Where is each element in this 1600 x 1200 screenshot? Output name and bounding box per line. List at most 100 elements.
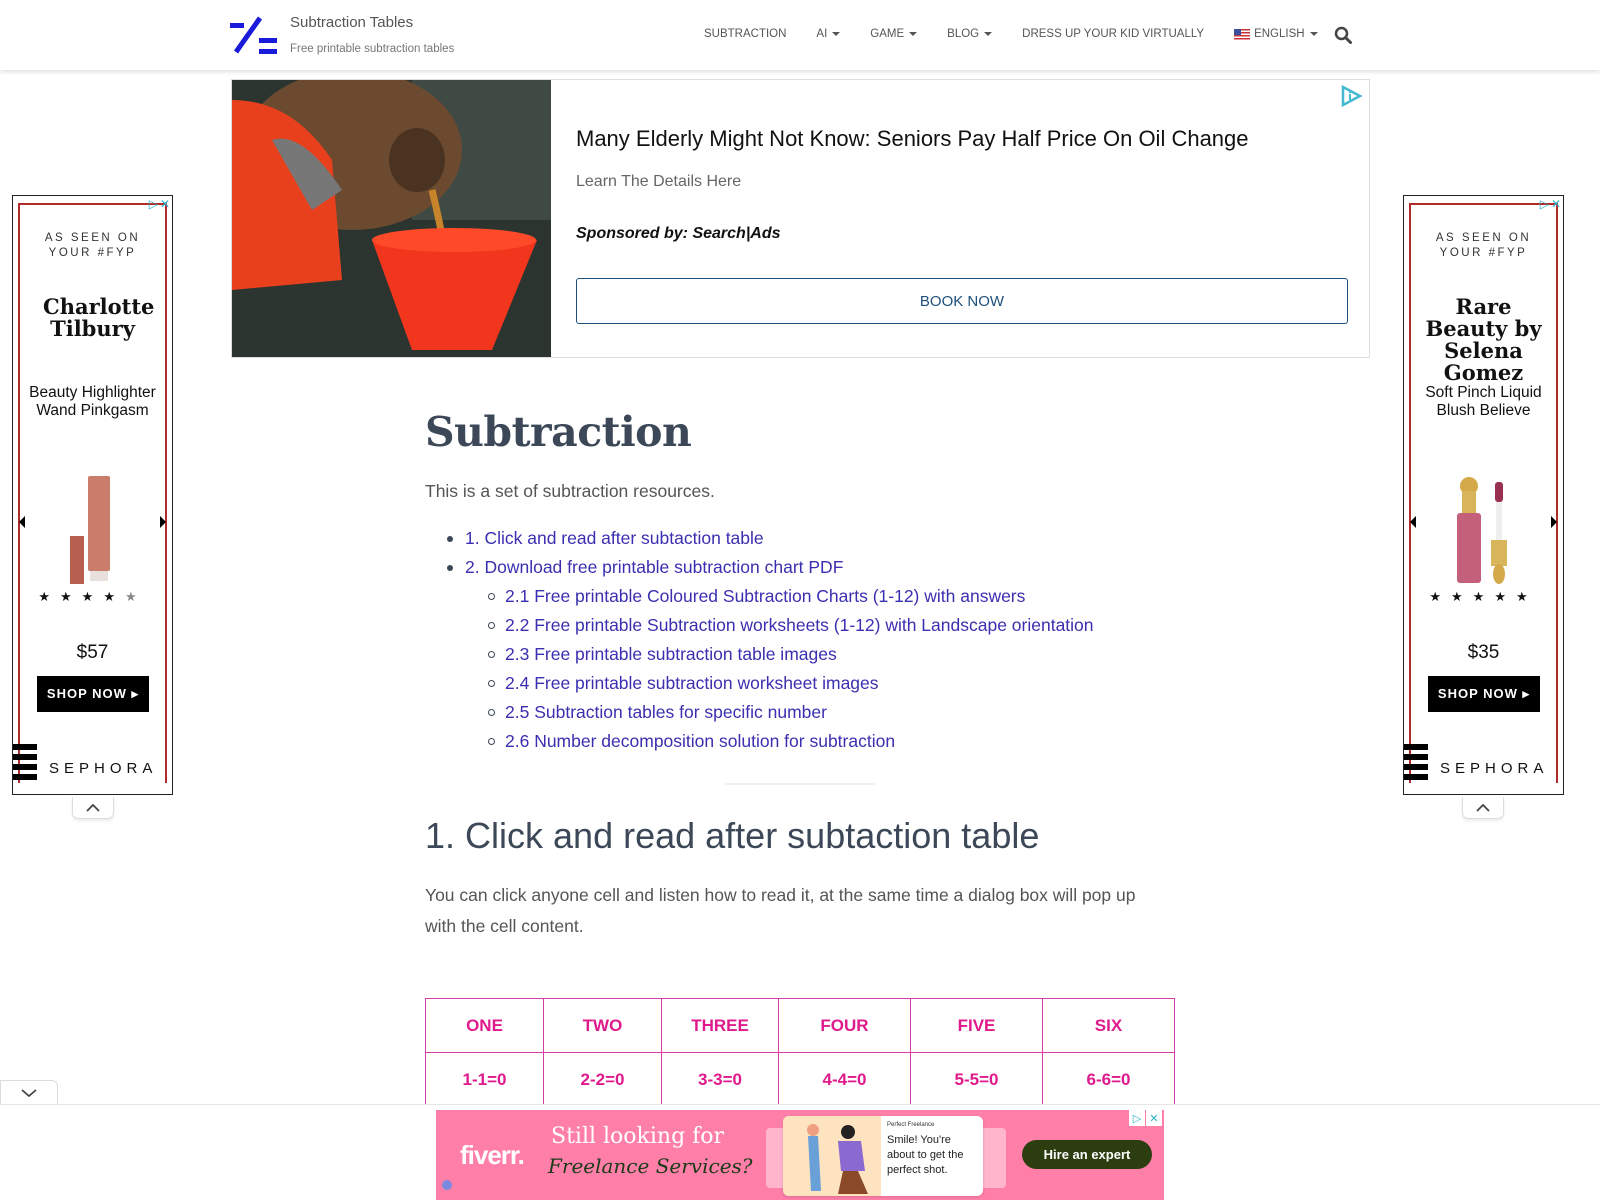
page-title: Subtraction bbox=[425, 408, 692, 456]
table-cell[interactable]: 2-2=0 bbox=[543, 1052, 662, 1107]
toc-link[interactable]: 2.2 Free printable Subtraction worksheet… bbox=[425, 611, 1185, 640]
right-side-ad[interactable]: ▷ ✕ AS SEEN ON YOUR #FYP Rare Beauty by S… bbox=[1403, 195, 1564, 795]
ad-brand: Charlotte Tilbury bbox=[43, 294, 155, 341]
ad-headline-line1: Still looking for bbox=[551, 1124, 725, 1149]
star-icon: ★ bbox=[1472, 589, 1495, 604]
people-illustration-image bbox=[783, 1116, 881, 1196]
fiverr-logo: fiverr. bbox=[460, 1140, 525, 1170]
rating-stars: ★★★★★ bbox=[1404, 589, 1563, 605]
ad-badge-icon bbox=[442, 1180, 452, 1190]
table-header-cell[interactable]: FOUR bbox=[778, 998, 911, 1053]
table-header-cell[interactable]: TWO bbox=[543, 998, 662, 1053]
carousel-next-icon[interactable] bbox=[160, 516, 166, 528]
left-side-ad[interactable]: ▷ ✕ AS SEEN ON YOUR #FYP Charlotte Tilbur… bbox=[12, 195, 173, 795]
fiverr-bottom-ad[interactable]: fiverr. Still looking for Freelance Serv… bbox=[436, 1110, 1164, 1200]
star-icon: ★ bbox=[103, 589, 125, 604]
section-divider bbox=[725, 783, 875, 785]
hire-expert-button[interactable]: Hire an expert bbox=[1022, 1140, 1152, 1169]
collapse-right-ad-button[interactable] bbox=[1462, 797, 1504, 819]
nav-blog[interactable]: BLOG bbox=[947, 28, 993, 40]
ad-price: $57 bbox=[76, 642, 109, 663]
table-cell[interactable]: 3-3=0 bbox=[661, 1052, 779, 1107]
caret-down-icon bbox=[1309, 32, 1318, 36]
book-now-button[interactable]: BOOK NOW bbox=[576, 278, 1348, 324]
carousel-next-icon[interactable] bbox=[1551, 516, 1557, 528]
ad-product: Soft Pinch Liquid Blush Believe bbox=[1425, 384, 1542, 419]
chevron-down-icon bbox=[21, 1089, 37, 1098]
ad-card[interactable]: Perfect Freelance Smile! You're about to… bbox=[783, 1116, 983, 1196]
table-cell[interactable]: 5-5=0 bbox=[910, 1052, 1043, 1107]
adchoices-icon[interactable]: ▷ bbox=[1129, 1110, 1145, 1126]
caret-down-icon bbox=[832, 32, 841, 36]
nav-ai[interactable]: AI bbox=[816, 28, 841, 40]
sephora-logo-icon bbox=[13, 744, 37, 784]
table-cell[interactable]: 4-4=0 bbox=[778, 1052, 911, 1107]
sephora-logo-icon bbox=[1404, 744, 1428, 784]
oil-change-ad-image[interactable] bbox=[232, 80, 551, 357]
star-icon: ★ bbox=[1494, 589, 1516, 604]
nav-label: SUBTRACTION bbox=[704, 28, 787, 40]
nav-language[interactable]: ENGLISH bbox=[1234, 28, 1318, 40]
top-banner-ad[interactable]: Many Elderly Might Not Know: Seniors Pay… bbox=[231, 79, 1370, 358]
site-header: Subtraction Tables Free printable subtra… bbox=[0, 0, 1600, 70]
close-icon[interactable]: ✕ bbox=[1146, 1110, 1162, 1126]
nav-dress-up[interactable]: DRESS UP YOUR KID VIRTUALLY bbox=[1022, 28, 1204, 40]
ad-card-text: Smile! You're about to get the perfect s… bbox=[887, 1134, 964, 1176]
toc-link[interactable]: 2.5 Subtraction tables for specific numb… bbox=[425, 698, 1185, 727]
star-icon: ★ bbox=[60, 589, 82, 604]
caret-down-icon bbox=[909, 32, 918, 36]
toc-link[interactable]: 2.1 Free printable Coloured Subtraction … bbox=[425, 582, 1185, 611]
table-header-cell[interactable]: ONE bbox=[425, 998, 544, 1053]
shop-now-button[interactable]: SHOP NOW ▸ bbox=[1428, 676, 1540, 712]
star-empty-icon: ★ bbox=[124, 589, 147, 604]
site-subtitle: Free printable subtraction tables bbox=[290, 43, 455, 55]
ad-retailer: SEPHORA bbox=[49, 760, 158, 777]
table-header-cell[interactable]: THREE bbox=[661, 998, 779, 1053]
ad-retailer: SEPHORA bbox=[1440, 760, 1549, 777]
shop-now-button[interactable]: SHOP NOW ▸ bbox=[37, 676, 149, 712]
table-header-cell[interactable]: FIVE bbox=[910, 998, 1043, 1053]
site-title[interactable]: Subtraction Tables bbox=[290, 14, 413, 31]
table-cell[interactable]: 6-6=0 bbox=[1042, 1052, 1175, 1107]
close-icon[interactable]: ✕ bbox=[1551, 197, 1561, 211]
ad-card-tag: Perfect Freelance bbox=[887, 1122, 935, 1128]
star-icon: ★ bbox=[1515, 589, 1538, 604]
toc-link[interactable]: 2.4 Free printable subtraction worksheet… bbox=[425, 669, 1185, 698]
section-heading: 1. Click and read after subtaction table bbox=[425, 815, 1040, 856]
highlighter-product-image[interactable] bbox=[68, 476, 118, 586]
table-header-cell[interactable]: SIX bbox=[1042, 998, 1175, 1053]
table-row: 1-1=0 2-2=0 3-3=0 4-4=0 5-5=0 6-6=0 bbox=[425, 1052, 1175, 1107]
nav-subtraction[interactable]: SUBTRACTION bbox=[704, 28, 786, 40]
ad-tagline: AS SEEN ON YOUR #FYP bbox=[1435, 232, 1532, 259]
toc-link[interactable]: 2.3 Free printable subtraction table ima… bbox=[425, 640, 1185, 669]
adchoices-icon[interactable] bbox=[1339, 84, 1363, 108]
ad-headline[interactable]: Many Elderly Might Not Know: Seniors Pay… bbox=[576, 126, 1249, 152]
ad-sponsor: Sponsored by: Search|Ads bbox=[576, 225, 781, 242]
main-nav: SUBTRACTION AI GAME BLOG DRESS UP YOUR K… bbox=[704, 28, 1348, 40]
ad-description: Learn The Details Here bbox=[576, 173, 742, 190]
ad-controls: ▷ ✕ bbox=[149, 197, 170, 211]
search-icon[interactable] bbox=[1334, 26, 1352, 44]
toc-link[interactable]: 2. Download free printable subtraction c… bbox=[425, 553, 1185, 582]
blush-product-image[interactable] bbox=[1449, 476, 1519, 586]
carousel-prev-icon[interactable] bbox=[1410, 516, 1416, 528]
caret-down-icon bbox=[984, 32, 993, 36]
collapse-bottom-ad-button[interactable] bbox=[0, 1080, 58, 1105]
star-icon: ★ bbox=[81, 589, 104, 604]
ad-price: $35 bbox=[1467, 642, 1500, 663]
close-icon[interactable]: ✕ bbox=[160, 197, 170, 211]
adchoices-icon[interactable]: ▷ bbox=[149, 197, 158, 211]
nav-label: GAME bbox=[870, 28, 905, 40]
site-logo-icon[interactable] bbox=[230, 14, 280, 56]
nav-game[interactable]: GAME bbox=[870, 28, 918, 40]
toc-link[interactable]: 2.6 Number decomposition solution for su… bbox=[425, 727, 1185, 756]
carousel-prev-icon[interactable] bbox=[19, 516, 25, 528]
nav-label: ENGLISH bbox=[1254, 28, 1305, 40]
ad-product: Beauty Highlighter Wand Pinkgasm bbox=[29, 384, 156, 419]
rating-stars: ★★★★★ bbox=[13, 589, 172, 605]
ad-headline-line2: Freelance Services? bbox=[548, 1154, 753, 1178]
table-cell[interactable]: 1-1=0 bbox=[425, 1052, 544, 1107]
toc-link[interactable]: 1. Click and read after subtaction table bbox=[425, 524, 1185, 553]
collapse-left-ad-button[interactable] bbox=[72, 797, 114, 819]
adchoices-icon[interactable]: ▷ bbox=[1540, 197, 1549, 211]
